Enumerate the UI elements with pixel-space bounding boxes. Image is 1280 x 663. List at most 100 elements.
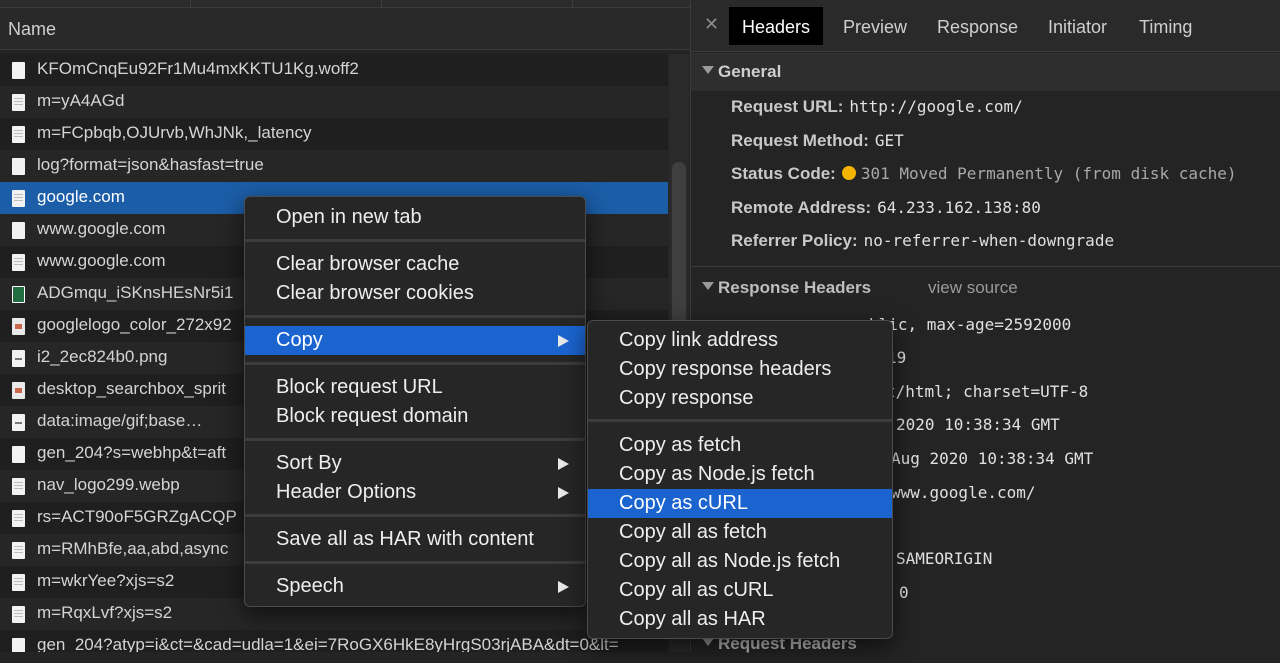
divider	[691, 266, 1280, 267]
field-label: Remote Address:	[731, 198, 872, 217]
request-row[interactable]: log?format=json&hasfast=true	[0, 150, 668, 182]
request-name: google.com	[37, 187, 125, 206]
menu-separator	[588, 419, 892, 422]
document-icon	[12, 190, 25, 207]
menu-item-copy-link[interactable]: Copy link address	[588, 326, 892, 355]
tab-timing[interactable]: Timing	[1126, 7, 1205, 45]
tab-preview[interactable]: Preview	[830, 7, 920, 45]
request-name: nav_logo299.webp	[37, 475, 180, 494]
menu-item-copy-response[interactable]: Copy response	[588, 384, 892, 413]
request-name: gen_204?s=webhp&t=aft	[37, 443, 227, 462]
image-icon	[12, 382, 25, 399]
response-header-value: blic, max-age=2592000	[869, 315, 1072, 334]
referrer-policy-row: Referrer Policy: no-referrer-when-downgra…	[731, 231, 1114, 261]
menu-item-label: Speech	[276, 575, 344, 597]
document-icon	[12, 254, 25, 271]
menu-separator	[245, 561, 585, 564]
menu-separator	[245, 362, 585, 365]
field-label: Request URL:	[731, 97, 844, 116]
expand-triangle-icon	[702, 638, 714, 646]
file-icon	[12, 62, 25, 79]
menu-item-label: Sort By	[276, 452, 342, 474]
response-headers-section-header[interactable]: Response Headers view source	[691, 269, 1280, 307]
document-icon	[12, 574, 25, 591]
request-name: gen_204?atyp=i&ct=&cad=udla=1&ei=7RoGX6H…	[37, 635, 619, 652]
menu-item-label: Copy	[276, 329, 323, 351]
request-url-row: Request URL: http://google.com/	[731, 97, 1023, 127]
copy-submenu: Copy link address Copy response headers …	[587, 320, 893, 639]
menu-item-copy-response-headers[interactable]: Copy response headers	[588, 355, 892, 384]
request-name: m=wkrYee?xjs=s2	[37, 571, 175, 590]
request-name: rs=ACT90oF5GRZgACQP	[37, 507, 237, 526]
submenu-arrow-icon	[558, 335, 569, 347]
view-source-link[interactable]: view source	[928, 278, 1018, 298]
submenu-arrow-icon	[558, 581, 569, 593]
image-icon	[12, 350, 25, 367]
menu-item-copy-all-as-node-fetch[interactable]: Copy all as Node.js fetch	[588, 547, 892, 576]
response-header-value: www.google.com/	[891, 483, 1036, 502]
document-icon	[12, 94, 25, 111]
document-icon	[12, 126, 25, 143]
response-header-value: t/html; charset=UTF-8	[886, 382, 1089, 401]
menu-item-open-new-tab[interactable]: Open in new tab	[245, 203, 585, 232]
status-code-row: Status Code: 301 Moved Permanently (from …	[731, 164, 1237, 194]
document-icon	[12, 542, 25, 559]
file-icon	[12, 222, 25, 239]
menu-item-label: Header Options	[276, 481, 417, 503]
document-icon	[12, 606, 25, 623]
menu-item-block-domain[interactable]: Block request domain	[245, 402, 585, 431]
general-section-header[interactable]: General	[691, 53, 1280, 91]
response-header-value: SAMEORIGIN	[896, 549, 993, 568]
request-row[interactable]: m=yA4AGd	[0, 86, 668, 118]
menu-item-copy-all-as-har[interactable]: Copy all as HAR	[588, 605, 892, 634]
field-label: Referrer Policy:	[731, 231, 858, 250]
menu-item-clear-cookies[interactable]: Clear browser cookies	[245, 279, 585, 308]
menu-item-copy-as-node-fetch[interactable]: Copy as Node.js fetch	[588, 460, 892, 489]
menu-item-clear-cache[interactable]: Clear browser cache	[245, 250, 585, 279]
menu-separator	[245, 514, 585, 517]
expand-triangle-icon	[702, 66, 714, 74]
menu-item-copy-as-curl[interactable]: Copy as cURL	[588, 489, 892, 518]
menu-item-sort-by[interactable]: Sort By	[245, 449, 585, 478]
request-name: log?format=json&hasfast=true	[37, 155, 264, 174]
file-icon	[12, 158, 25, 175]
image-icon	[12, 414, 25, 431]
tab-initiator[interactable]: Initiator	[1035, 7, 1120, 45]
response-header-value: 0	[899, 583, 909, 602]
menu-item-copy[interactable]: Copy	[245, 326, 585, 355]
menu-separator	[245, 438, 585, 441]
request-name: googlelogo_color_272x92	[37, 315, 232, 334]
response-header-value: Aug 2020 10:38:34 GMT	[891, 449, 1094, 468]
image-icon	[12, 318, 25, 335]
request-name: www.google.com	[37, 219, 166, 238]
submenu-arrow-icon	[558, 487, 569, 499]
menu-item-save-har[interactable]: Save all as HAR with content	[245, 525, 585, 554]
request-method-value: GET	[874, 131, 904, 150]
document-icon	[12, 510, 25, 527]
menu-item-speech[interactable]: Speech	[245, 572, 585, 601]
expand-triangle-icon	[702, 282, 714, 290]
menu-item-copy-as-fetch[interactable]: Copy as fetch	[588, 431, 892, 460]
close-icon[interactable]: ✕	[704, 14, 719, 35]
request-name: m=RqxLvf?xjs=s2	[37, 603, 173, 622]
menu-item-block-url[interactable]: Block request URL	[245, 373, 585, 402]
request-name: desktop_searchbox_sprit	[37, 379, 227, 398]
status-code-value: 301 Moved Permanently (from disk cache)	[860, 164, 1237, 183]
menu-item-header-options[interactable]: Header Options	[245, 478, 585, 507]
tab-headers[interactable]: Headers	[729, 7, 824, 45]
name-column-header[interactable]: Name	[0, 8, 690, 50]
field-label: Request Method:	[731, 131, 869, 150]
request-name: www.google.com	[37, 251, 166, 270]
request-row[interactable]: KFOmCnqEu92Fr1Mu4mxKKTU1Kg.woff2	[0, 54, 668, 86]
request-name: data:image/gif;base…	[37, 411, 203, 430]
request-name: ADGmqu_iSKnsHEsNr5i1	[37, 283, 234, 302]
menu-separator	[245, 315, 585, 318]
request-row[interactable]: gen_204?atyp=i&ct=&cad=udla=1&ei=7RoGX6H…	[0, 630, 668, 652]
tab-response[interactable]: Response	[924, 7, 1031, 45]
context-menu: Open in new tab Clear browser cache Clea…	[244, 196, 586, 607]
submenu-arrow-icon	[558, 458, 569, 470]
menu-item-copy-all-as-curl[interactable]: Copy all as cURL	[588, 576, 892, 605]
request-row[interactable]: m=FCpbqb,OJUrvb,WhJNk,_latency	[0, 118, 668, 150]
detail-tabbar: ✕ Headers Preview Response Initiator Tim…	[691, 0, 1280, 52]
menu-item-copy-all-as-fetch[interactable]: Copy all as fetch	[588, 518, 892, 547]
